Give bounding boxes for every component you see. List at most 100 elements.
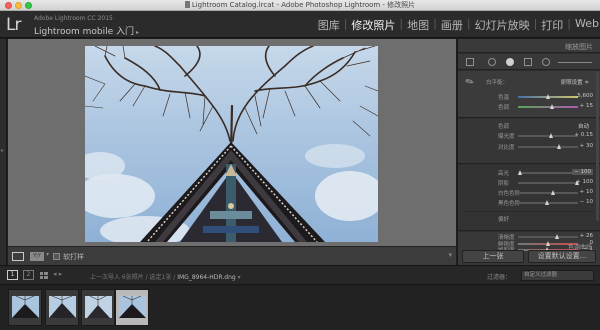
whites-label: 白色色阶 [498, 191, 521, 197]
nav-arrows-icon[interactable]: ◂ ▸ [53, 270, 62, 278]
blacks-slider[interactable] [518, 200, 578, 205]
before-after-dropdown-icon[interactable]: ▾ [46, 251, 49, 258]
develop-right-panel: 缩放图片 ✎ 白平衡： 原照设置 ≑ 色温 5,600 色调 + 15 色调 自… [457, 39, 600, 265]
toolbar-options-icon[interactable]: ▾ [448, 251, 452, 259]
blacks-label: 黑色色阶 [498, 201, 521, 207]
shadows-value[interactable]: + 100 [576, 179, 593, 185]
main-photo [85, 46, 378, 242]
module-develop[interactable]: 修改照片 [348, 17, 398, 33]
white-balance-section: ✎ 白平衡： 原照设置 ≑ 色温 5,600 色调 + 15 [458, 71, 600, 118]
thumb-roof-3 [85, 296, 112, 318]
thumb-roof-2 [49, 296, 76, 318]
soft-proofing-checkbox[interactable] [53, 253, 60, 260]
highlights-slider-thumb[interactable] [518, 170, 522, 175]
image-viewer[interactable] [8, 39, 456, 246]
source-info: 上一次导入 6张照片 / 选定1张 / [90, 274, 176, 281]
adjustment-brush-icon[interactable] [558, 62, 592, 63]
presence-header: 偏好 [498, 217, 510, 223]
filename-dropdown-icon[interactable]: ▾ [238, 274, 241, 281]
filmstrip-thumbnail[interactable] [45, 289, 79, 326]
highlights-value[interactable]: − 100 [572, 169, 593, 175]
spot-removal-icon[interactable] [488, 58, 496, 66]
crop-icon[interactable] [466, 58, 474, 66]
wb-label: 白平衡： [486, 80, 509, 86]
previous-settings-button[interactable]: 上一张 [462, 250, 524, 263]
blacks-slider-thumb[interactable] [545, 200, 549, 205]
graduated-filter-icon[interactable] [524, 58, 532, 66]
module-print[interactable]: 打印 [538, 17, 566, 33]
shadows-label: 阴影 [498, 181, 510, 187]
clarity-slider-thumb[interactable] [555, 234, 559, 239]
blacks-value[interactable]: − 10 [580, 199, 593, 205]
filmstrip-source[interactable]: 上一次导入 6张照片 / 选定1张 / IMG_8964-HDR.dng ▾ [90, 272, 241, 281]
reset-defaults-button[interactable]: 设置默认设置... [528, 250, 596, 263]
contrast-slider[interactable] [518, 144, 578, 149]
wb-preset-dropdown[interactable]: 原照设置 ≑ [561, 78, 589, 86]
tint-value[interactable]: + 15 [580, 103, 593, 109]
contrast-slider-thumb[interactable] [557, 144, 561, 149]
section-divider [464, 211, 595, 212]
clarity-value[interactable]: + 26 [580, 233, 593, 239]
module-library[interactable]: 图库 [315, 17, 343, 33]
tone-header: 色调 [498, 124, 510, 130]
filmstrip [0, 286, 600, 330]
filmstrip-thumbnail[interactable] [81, 289, 115, 326]
right-panel-scrollbar[interactable] [596, 71, 599, 221]
filter-dropdown[interactable]: 自定义过滤器 [521, 270, 594, 281]
whites-slider-thumb[interactable] [551, 190, 555, 195]
module-picker: 图库 | 修改照片 | 地图 | 画册 | 幻灯片放映 | 打印 | Web [315, 17, 600, 33]
thumbnail-image [12, 296, 39, 318]
lightroom-logo: Lr [6, 15, 22, 35]
thumb-roof-1 [12, 296, 39, 318]
window-titlebar: Lightroom Catalog.lrcat - Adobe Photosho… [0, 0, 600, 11]
module-map[interactable]: 地图 [404, 17, 432, 33]
radial-filter-icon[interactable] [542, 58, 550, 66]
temp-slider-thumb[interactable] [546, 94, 550, 99]
whites-slider[interactable] [518, 190, 578, 195]
temp-label: 色温 [498, 95, 510, 101]
module-slideshow[interactable]: 幻灯片放映 [472, 17, 533, 33]
product-name: Adobe Lightroom CC 2015 [34, 15, 113, 22]
document-icon [184, 1, 190, 8]
temp-slider[interactable] [518, 94, 578, 99]
panel-buttons: 上一张 设置默认设置... [458, 249, 600, 265]
lightroom-mobile-label: Lightroom mobile 入门 [34, 27, 134, 37]
contrast-label: 对比度 [498, 145, 515, 151]
filmstrip-toolbar: 1 2 ◂ ▸ 上一次导入 6张照片 / 选定1张 / IMG_8964-HDR… [0, 265, 600, 285]
highlights-slider[interactable] [518, 170, 578, 175]
red-eye-icon[interactable] [506, 58, 514, 66]
exposure-value[interactable]: + 0.15 [574, 132, 593, 138]
primary-display-button[interactable]: 1 [7, 270, 18, 280]
exposure-slider[interactable] [518, 133, 578, 138]
expand-left-panel-icon[interactable]: ▸ [1, 147, 4, 154]
histogram-header[interactable]: 缩放图片 [458, 39, 600, 53]
filmstrip-thumbnail-selected[interactable] [115, 289, 149, 326]
lightroom-mobile-link[interactable]: Lightroom mobile 入门 ▸ [34, 24, 139, 37]
filmstrip-thumbnail[interactable] [8, 289, 42, 326]
whites-value[interactable]: + 10 [580, 189, 593, 195]
module-bar: Lr Adobe Lightroom CC 2015 Lightroom mob… [0, 11, 600, 38]
module-web[interactable]: Web [572, 17, 600, 33]
left-panel-collapsed[interactable]: ▸ [0, 39, 7, 265]
grid-view-icon[interactable] [40, 272, 48, 279]
tint-slider[interactable] [518, 104, 578, 109]
eyedropper-icon[interactable]: ✎ [464, 76, 477, 90]
before-after-button[interactable]: Y|Y [30, 252, 44, 261]
vibrance-slider-thumb[interactable] [546, 241, 550, 246]
tint-slider-thumb[interactable] [550, 104, 554, 109]
mobile-arrow-icon: ▸ [136, 29, 140, 36]
exposure-slider-thumb[interactable] [549, 133, 553, 138]
clarity-slider[interactable] [518, 234, 578, 239]
soft-proofing-label: 软打样 [63, 253, 84, 261]
tone-auto-button[interactable]: 自动 [578, 122, 589, 130]
temp-value[interactable]: 5,600 [577, 93, 593, 99]
thumbnail-image [119, 296, 146, 318]
shadows-slider[interactable] [518, 180, 579, 185]
contrast-value[interactable]: + 30 [580, 143, 593, 149]
highlights-label: 高光 [498, 171, 510, 177]
thumbnail-image [49, 296, 76, 318]
loupe-view-button[interactable] [12, 252, 24, 261]
tone-detail-section: 高光 − 100 阴影 + 100 白色色阶 + 10 黑色色阶 − 10 偏好 [458, 165, 600, 231]
secondary-display-button[interactable]: 2 [23, 270, 34, 280]
module-book[interactable]: 画册 [438, 17, 466, 33]
